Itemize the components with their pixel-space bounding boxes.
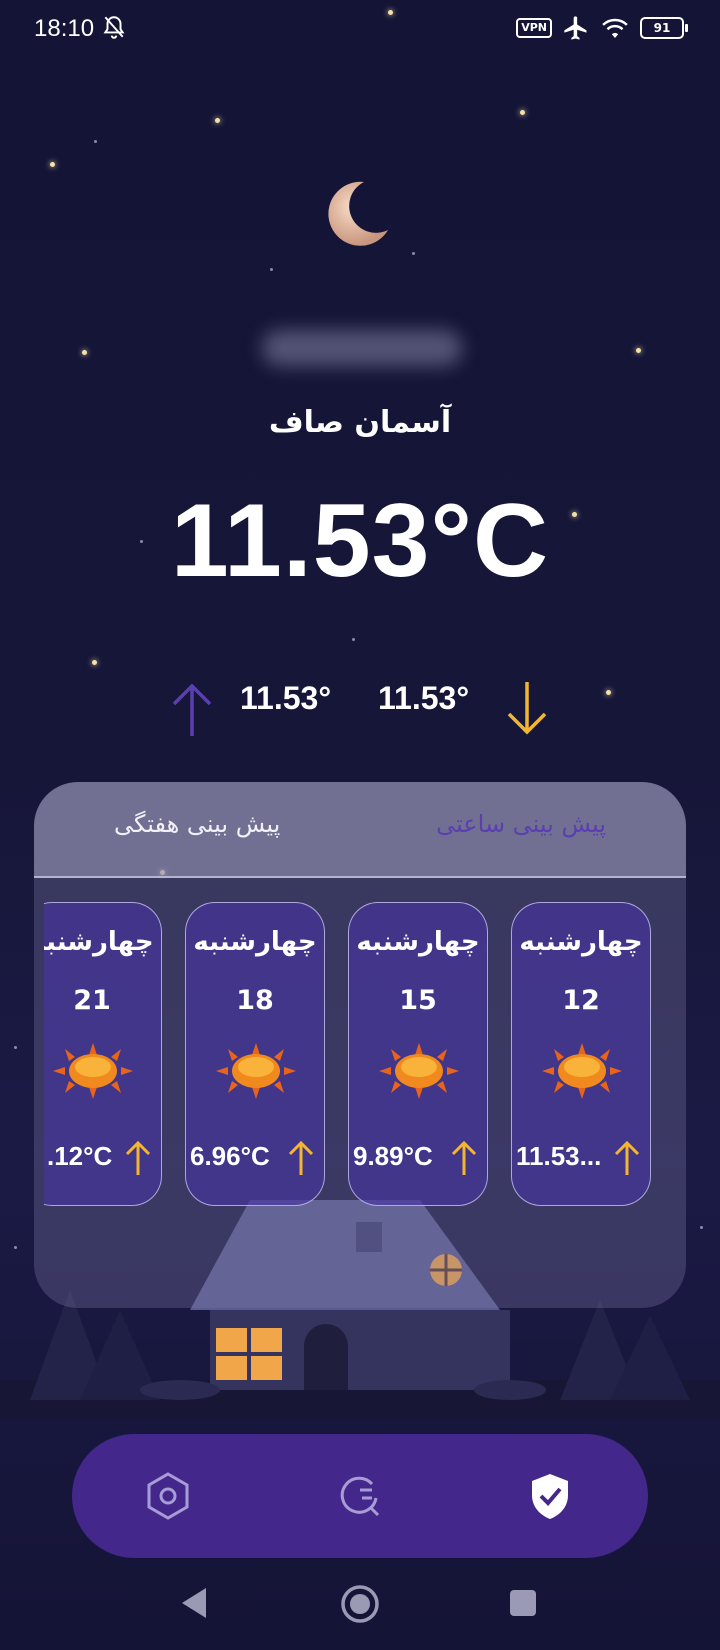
star xyxy=(82,350,87,355)
status-icons: VPN 91 xyxy=(516,14,688,42)
forecast-day: چهارشنبه xyxy=(44,927,154,957)
status-time: 18:10 xyxy=(34,14,127,43)
battery-level: 91 xyxy=(653,21,671,35)
arrow-up-icon xyxy=(451,1140,477,1175)
wifi-icon xyxy=(602,18,628,38)
bottom-navigation xyxy=(72,1434,648,1558)
forecast-panel: پیش بینی ساعتی پیش بینی هفتگی چهارشنبه 1… xyxy=(34,782,686,1308)
forecast-temp: .12°C xyxy=(47,1141,113,1171)
clock-text: 18:10 xyxy=(34,15,95,42)
search-icon[interactable] xyxy=(332,1468,388,1524)
arrow-up-icon xyxy=(125,1140,151,1175)
forecast-temp: 11.53... xyxy=(516,1141,602,1171)
forecast-date: 21 xyxy=(73,985,111,1016)
star xyxy=(520,110,525,115)
location-name-blurred xyxy=(262,330,462,366)
forecast-card[interactable]: چهارشنبه 18 6.96°C xyxy=(185,902,325,1206)
hourly-forecast-list[interactable]: چهارشنبه 12 11.53... چهارشنبه 15 9.89°C … xyxy=(44,874,686,1308)
airplane-icon xyxy=(564,16,587,40)
arrow-up-icon xyxy=(288,1140,314,1175)
max-temperature: 11.53° xyxy=(240,680,332,716)
sun-icon xyxy=(542,1043,622,1099)
forecast-card[interactable]: چهارشنبه 15 9.89°C xyxy=(348,902,488,1206)
tab-weekly-forecast[interactable]: پیش بینی هفتگی xyxy=(114,810,280,838)
home-icon[interactable] xyxy=(340,1584,380,1624)
forecast-card[interactable]: چهارشنبه 12 11.53... xyxy=(511,902,651,1206)
forecast-date: 12 xyxy=(562,985,600,1016)
weather-condition: آسمان صاف xyxy=(268,405,452,440)
sun-icon xyxy=(379,1043,459,1099)
forecast-tabs: پیش بینی ساعتی پیش بینی هفتگی xyxy=(34,782,686,878)
star xyxy=(352,638,355,641)
forecast-card[interactable]: چهارشنبه 21 .12°C xyxy=(44,902,162,1206)
star xyxy=(50,162,55,167)
arrow-up-icon xyxy=(172,683,212,736)
star xyxy=(412,252,415,255)
forecast-temp: 6.96°C xyxy=(190,1141,270,1171)
sun-icon xyxy=(53,1043,133,1099)
vpn-label: VPN xyxy=(521,21,547,34)
current-temperature: 11.53°C xyxy=(170,483,550,599)
star xyxy=(270,268,273,271)
battery-icon: 91 xyxy=(640,17,688,39)
min-temperature: 11.53° xyxy=(378,680,470,716)
star xyxy=(94,140,97,143)
forecast-day: چهارشنبه xyxy=(193,927,317,957)
recents-icon[interactable] xyxy=(508,1588,538,1618)
star xyxy=(14,1046,17,1049)
star xyxy=(215,118,220,123)
forecast-day: چهارشنبه xyxy=(356,927,480,957)
vpn-icon: VPN xyxy=(516,18,552,38)
forecast-date: 18 xyxy=(236,985,274,1016)
moon-icon xyxy=(328,181,388,246)
sun-icon xyxy=(216,1043,296,1099)
weather-screen: 18:10 VPN 91 آسمان صاف 11.53°C 11.53° 11… xyxy=(0,0,720,1650)
status-bar: 18:10 VPN 91 xyxy=(0,0,720,56)
star xyxy=(606,690,611,695)
forecast-day: چهارشنبه xyxy=(519,927,643,957)
back-icon[interactable] xyxy=(180,1586,210,1620)
arrow-down-icon xyxy=(507,682,547,735)
star xyxy=(92,660,97,665)
star xyxy=(636,348,641,353)
settings-hexagon-icon[interactable] xyxy=(140,1468,196,1524)
system-navigation-bar xyxy=(0,1572,720,1638)
shield-check-icon[interactable] xyxy=(522,1468,578,1524)
forecast-temp: 9.89°C xyxy=(353,1141,433,1171)
arrow-up-icon xyxy=(614,1140,640,1175)
forecast-date: 15 xyxy=(399,985,437,1016)
tab-hourly-forecast[interactable]: پیش بینی ساعتی xyxy=(436,810,606,838)
bell-muted-icon xyxy=(103,16,125,39)
